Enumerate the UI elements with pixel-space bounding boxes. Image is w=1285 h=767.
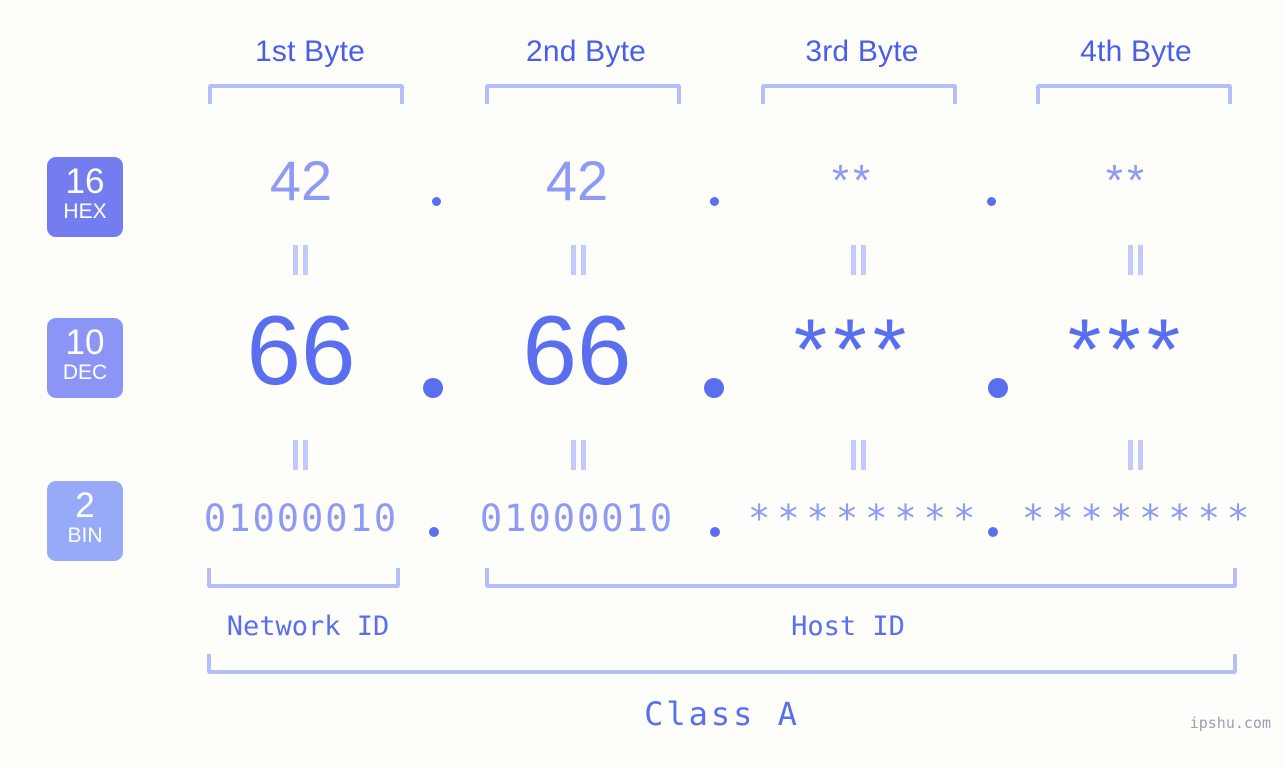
network-id-bracket <box>207 568 400 588</box>
bin-byte-2: 01000010 <box>479 497 675 540</box>
host-id-label: Host ID <box>791 611 905 642</box>
byte-header-4: 4th Byte <box>1080 35 1192 68</box>
base-badge-dec: 10 DEC <box>47 318 123 398</box>
bin-dot-3 <box>988 527 998 537</box>
site-watermark: ipshu.com <box>1189 714 1271 732</box>
byte-header-1: 1st Byte <box>255 35 365 68</box>
host-id-bracket <box>485 568 1237 588</box>
dec-byte-1: 66 <box>246 295 356 405</box>
base-badge-dec-abbr: DEC <box>62 361 108 384</box>
dec-dot-2 <box>704 378 724 398</box>
base-badge-hex-abbr: HEX <box>63 200 107 223</box>
equals-separator-dec-bin-2 <box>570 440 588 470</box>
hex-dot-2 <box>710 197 719 206</box>
base-badge-hex: 16 HEX <box>47 157 123 237</box>
equals-separator-dec-bin-3 <box>850 440 868 470</box>
byte-header-3: 3rd Byte <box>805 35 919 68</box>
byte-bracket-4 <box>1036 84 1232 104</box>
hex-byte-2: 42 <box>545 149 609 212</box>
dec-byte-2: 66 <box>522 295 632 405</box>
dec-byte-3: *** <box>793 302 913 398</box>
equals-separator-hex-dec-1 <box>292 245 310 275</box>
byte-header-2: 2nd Byte <box>525 35 647 68</box>
base-badge-bin-abbr: BIN <box>67 524 103 547</box>
bin-byte-1: 01000010 <box>203 497 399 540</box>
bin-byte-3: ******** <box>748 497 983 540</box>
hex-byte-3: ** <box>831 156 875 205</box>
base-badge-dec-number: 10 <box>65 323 105 362</box>
base-badge-hex-number: 16 <box>65 162 105 201</box>
base-badge-bin: 2 BIN <box>47 481 123 561</box>
hex-dot-1 <box>432 197 441 206</box>
equals-separator-hex-dec-3 <box>850 245 868 275</box>
base-badge-bin-number: 2 <box>75 486 95 525</box>
byte-bracket-3 <box>761 84 957 104</box>
equals-separator-dec-bin-1 <box>292 440 310 470</box>
dec-dot-1 <box>423 378 443 398</box>
hex-dot-3 <box>987 197 996 206</box>
bin-dot-1 <box>429 527 439 537</box>
dec-byte-4: *** <box>1067 302 1187 398</box>
equals-separator-dec-bin-4 <box>1127 440 1145 470</box>
bin-dot-2 <box>710 527 720 537</box>
hex-byte-1: 42 <box>269 149 333 212</box>
ip-address-breakdown-diagram: 1st Byte 2nd Byte 3rd Byte 4th Byte 16 H… <box>0 0 1285 767</box>
byte-bracket-1 <box>208 84 404 104</box>
network-id-label: Network ID <box>226 611 390 642</box>
hex-byte-4: ** <box>1105 156 1149 205</box>
equals-separator-hex-dec-4 <box>1127 245 1145 275</box>
dec-dot-3 <box>988 378 1008 398</box>
class-label: Class A <box>644 695 800 733</box>
equals-separator-hex-dec-2 <box>570 245 588 275</box>
bin-byte-4: ******** <box>1022 497 1257 540</box>
byte-bracket-2 <box>485 84 681 104</box>
class-bracket <box>207 654 1237 674</box>
